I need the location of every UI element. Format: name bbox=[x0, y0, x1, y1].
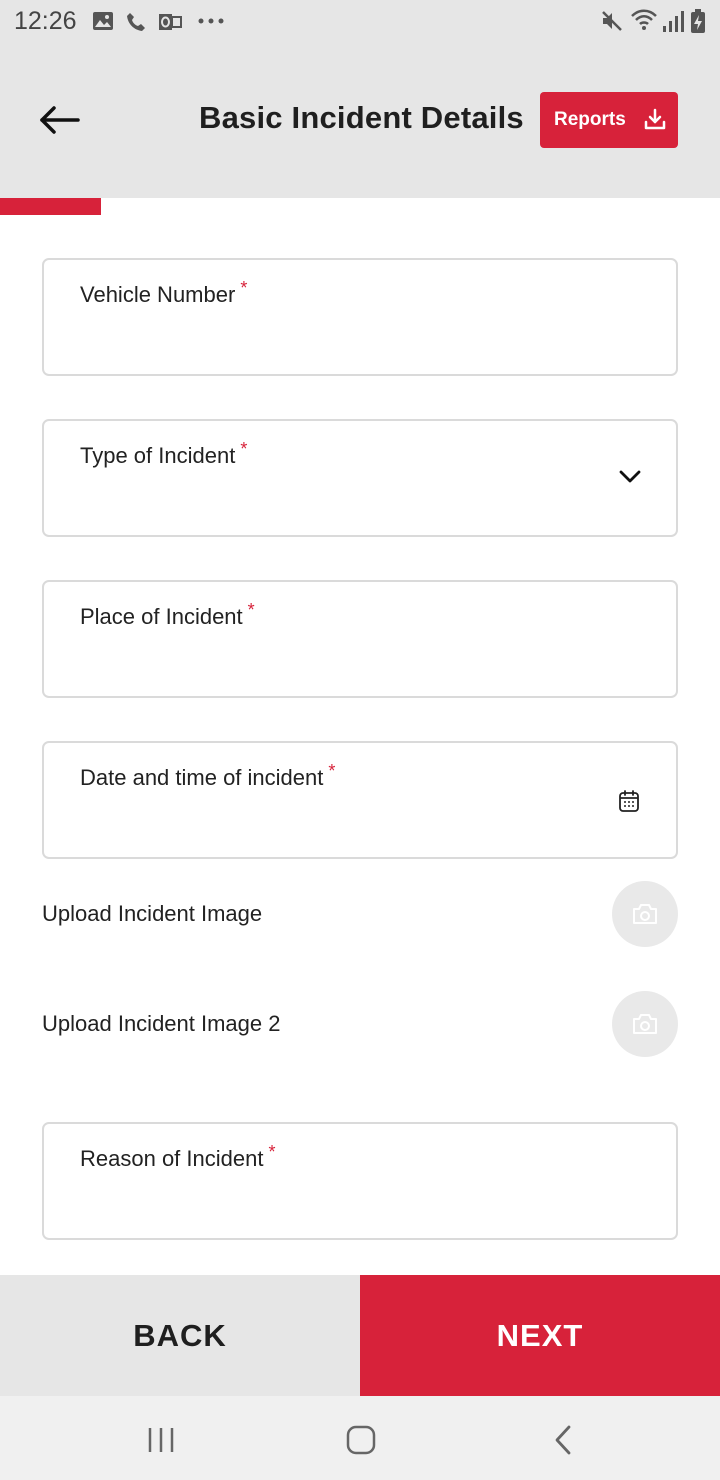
reports-button[interactable]: Reports bbox=[540, 92, 678, 148]
system-nav-bar bbox=[0, 1396, 720, 1480]
wifi-icon bbox=[631, 9, 657, 30]
required-marker: * bbox=[268, 1142, 276, 1162]
outlook-icon bbox=[159, 14, 182, 30]
upload-image-1-button[interactable] bbox=[612, 881, 678, 947]
home-icon[interactable] bbox=[346, 1425, 376, 1455]
vehicle-number-label: Vehicle Number * bbox=[80, 278, 248, 307]
place-of-incident-field[interactable]: Place of Incident * bbox=[42, 580, 678, 698]
page-title: Basic Incident Details bbox=[199, 100, 524, 135]
camera-icon bbox=[633, 904, 657, 924]
download-icon bbox=[644, 108, 666, 130]
arrow-left-icon[interactable] bbox=[36, 100, 84, 140]
type-of-incident-label: Type of Incident * bbox=[80, 439, 248, 468]
app-header: Basic Incident Details Reports bbox=[0, 44, 720, 198]
back-button[interactable]: BACK bbox=[0, 1275, 360, 1396]
camera-icon bbox=[633, 1014, 657, 1034]
required-marker: * bbox=[247, 600, 255, 620]
required-marker: * bbox=[240, 439, 248, 459]
system-back-icon[interactable] bbox=[552, 1424, 574, 1456]
recent-apps-icon[interactable] bbox=[146, 1426, 176, 1454]
progress-fill bbox=[0, 198, 101, 215]
reason-of-incident-field[interactable]: Reason of Incident * bbox=[42, 1122, 678, 1240]
image-icon bbox=[93, 12, 113, 30]
next-button[interactable]: NEXT bbox=[360, 1275, 720, 1396]
more-icon bbox=[198, 18, 224, 24]
mute-icon bbox=[602, 11, 622, 31]
type-of-incident-select[interactable]: Type of Incident * bbox=[42, 419, 678, 537]
battery-icon bbox=[691, 9, 705, 33]
status-bar: 12:26 bbox=[0, 0, 720, 44]
status-time: 12:26 bbox=[14, 7, 77, 35]
phone-icon bbox=[127, 13, 145, 31]
date-time-field[interactable]: Date and time of incident * bbox=[42, 741, 678, 859]
place-of-incident-label: Place of Incident * bbox=[80, 600, 255, 629]
calendar-icon[interactable] bbox=[618, 789, 640, 813]
reports-button-label: Reports bbox=[554, 109, 626, 130]
upload-image-1-row: Upload Incident Image bbox=[42, 881, 678, 949]
signal-icon bbox=[663, 11, 684, 32]
reason-of-incident-label: Reason of Incident * bbox=[80, 1142, 276, 1171]
required-marker: * bbox=[328, 761, 336, 781]
upload-image-2-button[interactable] bbox=[612, 991, 678, 1057]
required-marker: * bbox=[240, 278, 248, 298]
upload-image-2-row: Upload Incident Image 2 bbox=[42, 991, 678, 1059]
chevron-down-icon[interactable] bbox=[618, 469, 642, 485]
date-time-label: Date and time of incident * bbox=[80, 761, 336, 790]
vehicle-number-field[interactable]: Vehicle Number * bbox=[42, 258, 678, 376]
upload-image-1-label: Upload Incident Image bbox=[42, 901, 263, 926]
progress-bar bbox=[0, 198, 720, 215]
upload-image-2-label: Upload Incident Image 2 bbox=[42, 1011, 281, 1036]
